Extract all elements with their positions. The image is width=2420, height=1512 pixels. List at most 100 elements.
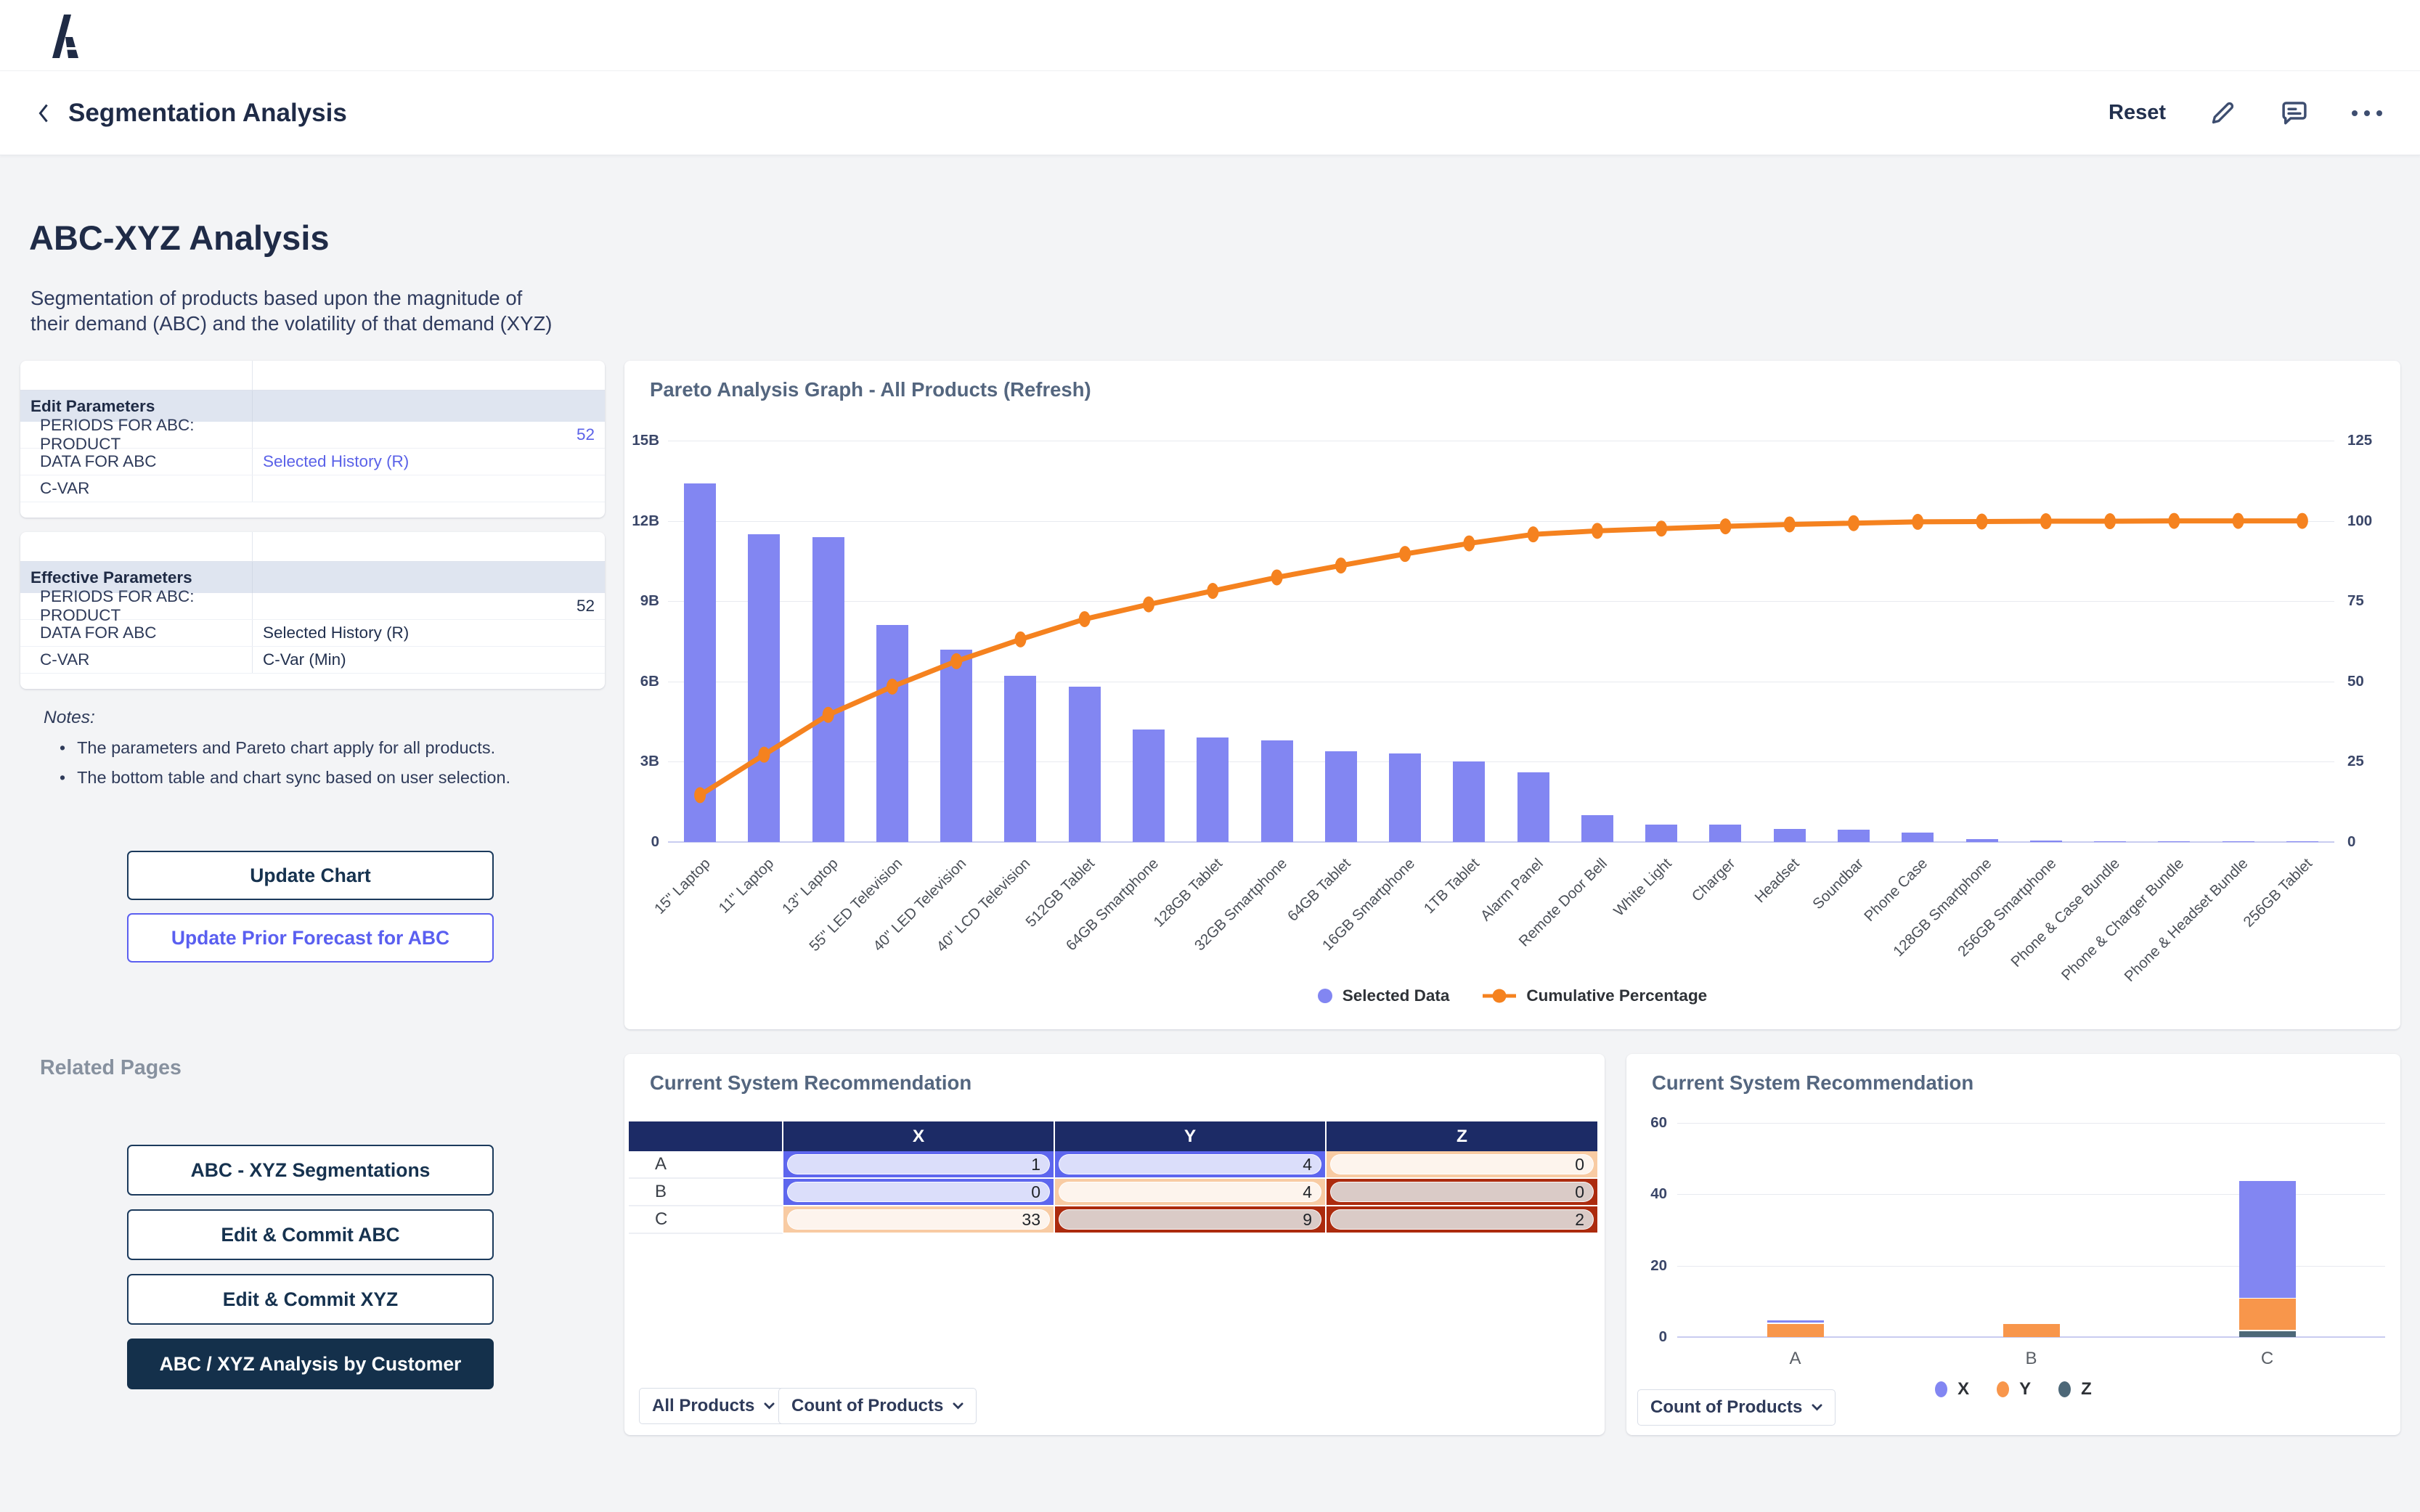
- table-cell[interactable]: 9: [1055, 1206, 1327, 1234]
- y-axis-tick: 20: [1623, 1257, 1667, 1275]
- edit-parameters-card: Edit ParametersPERIODS FOR ABC: PRODUCT5…: [20, 361, 605, 518]
- legend-label: Selected Data: [1343, 986, 1450, 1005]
- pareto-legend: Selected Data Cumulative Percentage: [624, 986, 2400, 1005]
- y-axis-tick-right: 0: [2347, 833, 2391, 851]
- legend-label: Y: [2019, 1379, 2031, 1399]
- y-axis-tick: 60: [1623, 1114, 1667, 1132]
- y-axis-tick-right: 50: [2347, 673, 2391, 690]
- count-of-products-dropdown[interactable]: Count of Products: [778, 1388, 977, 1424]
- table-cell[interactable]: 33: [783, 1206, 1055, 1234]
- x-axis-label: C: [2235, 1349, 2300, 1369]
- recommendation-chart-card: Current System Recommendation 6040200 AB…: [1626, 1054, 2400, 1435]
- table-cell[interactable]: 4: [1055, 1179, 1327, 1206]
- comment-icon[interactable]: [2279, 98, 2310, 128]
- stacked-bar-segment-y[interactable]: [2003, 1324, 2060, 1337]
- chevron-left-icon: [38, 103, 49, 123]
- x-axis-label: 13" Laptop: [779, 855, 842, 918]
- row-value: 52: [253, 597, 605, 616]
- x-axis-label: Headset: [1752, 855, 1804, 907]
- stacked-bar-segment-x[interactable]: [2239, 1181, 2296, 1298]
- x-axis-label: White Light: [1610, 855, 1675, 920]
- update-prior-forecast-button[interactable]: Update Prior Forecast for ABC: [127, 913, 494, 963]
- y-axis-tick: 0: [616, 833, 659, 851]
- dropdown-label: All Products: [652, 1396, 754, 1416]
- recommendation-table: XYZA140B040C3392: [629, 1121, 1599, 1234]
- stacked-bar-segment-x[interactable]: [1767, 1320, 1824, 1323]
- table-cell[interactable]: 4: [1055, 1151, 1327, 1179]
- page-title: Segmentation Analysis: [68, 99, 347, 128]
- table-cell[interactable]: 0: [1327, 1179, 1599, 1206]
- y-axis-tick-right: 100: [2347, 512, 2391, 530]
- row-label: DATA FOR ABC: [20, 449, 253, 475]
- cell-value-pill: 0: [1330, 1154, 1594, 1174]
- stacked-bar-segment-y[interactable]: [1767, 1324, 1824, 1337]
- related-page-button[interactable]: Edit & Commit ABC: [127, 1209, 494, 1260]
- table-row: PERIODS FOR ABC: PRODUCT52: [20, 593, 605, 620]
- x-axis-label: 1TB Tablet: [1420, 855, 1483, 918]
- table-header-row: [20, 361, 605, 391]
- table-cell[interactable]: 0: [783, 1179, 1055, 1206]
- stacked-bar-segment-y[interactable]: [2239, 1299, 2296, 1330]
- related-page-button[interactable]: Edit & Commit XYZ: [127, 1274, 494, 1325]
- recommendation-table-card: Current System Recommendation XYZA140B04…: [624, 1054, 1605, 1435]
- column-header: [629, 1121, 783, 1151]
- row-label: PERIODS FOR ABC: PRODUCT: [20, 593, 253, 619]
- main-title: ABC-XYZ Analysis: [29, 218, 330, 258]
- effective-parameters-card: Effective ParametersPERIODS FOR ABC: PRO…: [20, 532, 605, 689]
- top-bar: [0, 0, 2420, 70]
- all-products-dropdown[interactable]: All Products: [639, 1388, 788, 1424]
- cell-value-pill: 33: [787, 1209, 1050, 1230]
- x-axis-label: A: [1763, 1349, 1828, 1369]
- row-label: PERIODS FOR ABC: PRODUCT: [20, 422, 253, 448]
- notes-heading: Notes:: [44, 708, 510, 728]
- cell-value-pill: 9: [1059, 1209, 1321, 1230]
- row-label: DATA FOR ABC: [20, 620, 253, 646]
- row-label: C-VAR: [20, 647, 253, 673]
- table-cell[interactable]: 0: [1327, 1151, 1599, 1179]
- back-button[interactable]: [38, 103, 49, 123]
- related-page-button[interactable]: ABC - XYZ Segmentations: [127, 1145, 494, 1196]
- recommendation-table-title: Current System Recommendation: [650, 1071, 971, 1095]
- row-value: Selected History (R): [253, 624, 605, 642]
- column-header-x: X: [783, 1121, 1055, 1151]
- legend-item-z: Z: [2058, 1379, 2092, 1399]
- pareto-chart-card: Pareto Analysis Graph - All Products (Re…: [624, 361, 2400, 1029]
- update-chart-button[interactable]: Update Chart: [127, 851, 494, 900]
- recommendation-chart-title: Current System Recommendation: [1652, 1071, 1973, 1095]
- anaplan-logo: [46, 15, 80, 62]
- chevron-down-icon: [953, 1402, 963, 1410]
- cell-value-pill: 1: [787, 1154, 1050, 1174]
- pareto-chart-title: Pareto Analysis Graph - All Products (Re…: [650, 378, 1091, 401]
- dropdown-label: Count of Products: [1650, 1397, 1802, 1418]
- row-label: A: [629, 1151, 783, 1179]
- cell-value-pill: 0: [787, 1182, 1050, 1202]
- table-cell[interactable]: 1: [783, 1151, 1055, 1179]
- more-options-icon[interactable]: [2352, 110, 2382, 116]
- edit-pencil-icon[interactable]: [2208, 99, 2237, 128]
- row-value[interactable]: Selected History (R): [253, 452, 605, 471]
- x-axis-label: Alarm Panel: [1478, 855, 1547, 925]
- row-label: C: [629, 1206, 783, 1234]
- legend-line-marker: [1483, 989, 1516, 1003]
- legend-item-selected-data: Selected Data: [1318, 986, 1450, 1005]
- count-of-products-dropdown[interactable]: Count of Products: [1637, 1389, 1836, 1426]
- legend-dot: [1997, 1381, 2009, 1397]
- reset-button[interactable]: Reset: [2109, 101, 2166, 125]
- related-page-button[interactable]: ABC / XYZ Analysis by Customer: [127, 1339, 494, 1389]
- table-header-row: [20, 532, 605, 562]
- row-value[interactable]: 52: [253, 425, 605, 444]
- main-subtitle: Segmentation of products based upon the …: [30, 285, 552, 336]
- y-axis-tick: 3B: [616, 753, 659, 770]
- table-cell[interactable]: 2: [1327, 1206, 1599, 1234]
- x-axis-label: Charger: [1689, 855, 1739, 905]
- x-axis-label: Phone & Case Bundle: [2008, 855, 2124, 971]
- y-axis-tick: 6B: [616, 673, 659, 690]
- legend-item-cumulative-percentage: Cumulative Percentage: [1483, 986, 1707, 1005]
- stacked-bar-segment-z[interactable]: [2239, 1331, 2296, 1337]
- y-axis-tick-right: 75: [2347, 592, 2391, 610]
- legend-item-y: Y: [1997, 1379, 2031, 1399]
- x-axis-label: 11" Laptop: [716, 855, 778, 918]
- y-axis-tick-right: 25: [2347, 753, 2391, 770]
- x-axis-label: 256GB Tablet: [2240, 855, 2316, 931]
- y-axis-tick: 12B: [616, 512, 659, 530]
